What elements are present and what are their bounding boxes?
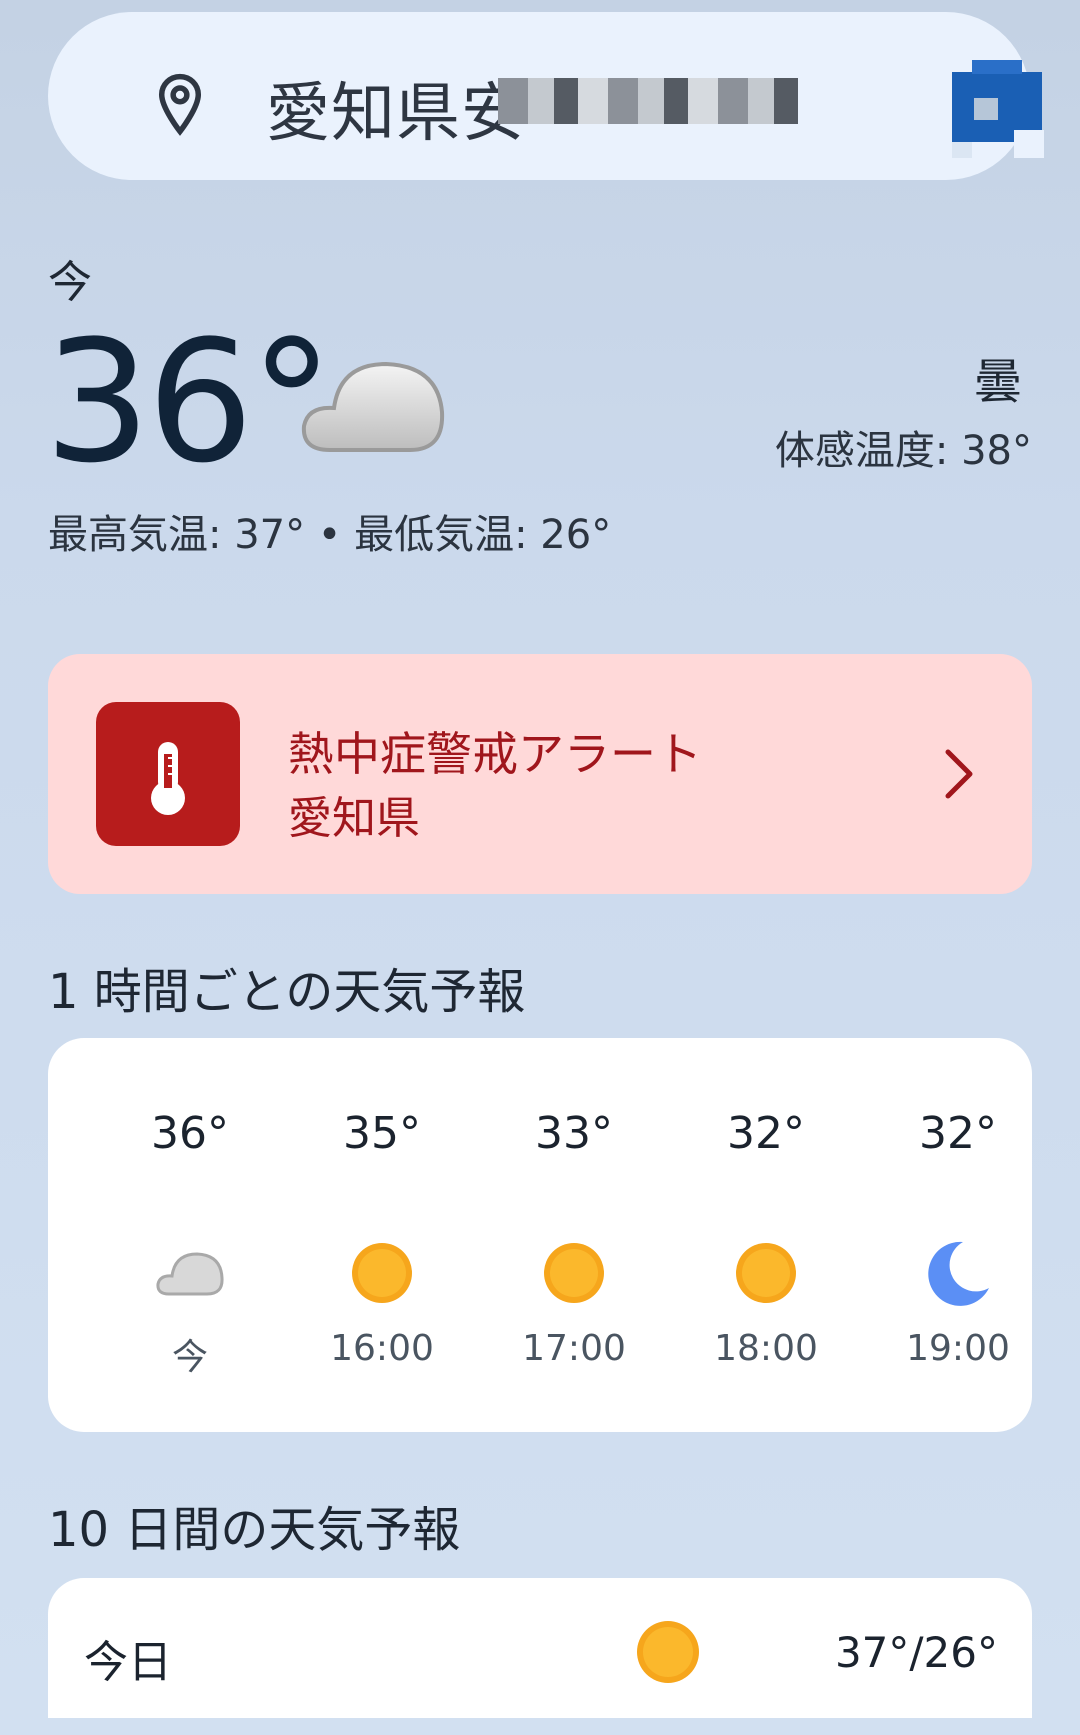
hourly-item[interactable]: 36° 今	[120, 1038, 260, 1432]
hourly-temp: 35°	[343, 1108, 421, 1159]
hourly-forecast-card[interactable]: 36° 今 35° 16:00 33° 17:00 32° 18:00 32°	[48, 1038, 1032, 1432]
sunny-icon	[736, 1243, 796, 1303]
cloudy-icon	[301, 361, 445, 452]
chevron-right-icon	[945, 749, 973, 799]
sunny-icon	[352, 1243, 412, 1303]
current-condition: 曇	[973, 354, 1022, 410]
cloudy-icon	[156, 1252, 224, 1296]
profile-avatar-icon[interactable]	[952, 60, 1050, 158]
current-label: 今	[48, 257, 92, 308]
location-search-bar[interactable]: 愛知県安	[48, 12, 1044, 180]
hourly-item[interactable]: 35° 16:00	[312, 1038, 452, 1432]
hourly-temp: 36°	[151, 1108, 229, 1159]
alert-icon-box	[96, 702, 240, 846]
hourly-item[interactable]: 33° 17:00	[504, 1038, 644, 1432]
alert-region: 愛知県	[288, 793, 420, 844]
hourly-temp: 32°	[727, 1108, 805, 1159]
alert-title: 熱中症警戒アラート	[288, 727, 702, 781]
sunny-icon	[637, 1621, 699, 1683]
hourly-time: 17:00	[522, 1328, 626, 1369]
high-low-temperature: 最高気温: 37° • 最低気温: 26°	[48, 512, 612, 558]
hourly-item[interactable]: 32° 19:00	[888, 1038, 1028, 1432]
location-pin-icon	[158, 73, 202, 136]
hourly-temp: 33°	[535, 1108, 613, 1159]
moon-icon	[928, 1241, 989, 1306]
hourly-time: 19:00	[906, 1328, 1010, 1369]
location-text: 愛知県安	[266, 77, 526, 151]
daily-forecast-title: 10 日間の天気予報	[48, 1502, 461, 1558]
daily-temp-range: 37°/26°	[834, 1628, 998, 1677]
hourly-item[interactable]: 32° 18:00	[696, 1038, 836, 1432]
current-temperature: 36°	[44, 304, 334, 500]
hourly-time: 今	[171, 1337, 208, 1378]
hourly-time: 18:00	[714, 1328, 818, 1369]
hourly-forecast-title: 1 時間ごとの天気予報	[48, 964, 526, 1020]
feels-like: 体感温度: 38°	[774, 428, 1032, 474]
sunny-icon	[544, 1243, 604, 1303]
hourly-temp: 32°	[919, 1108, 997, 1159]
redacted-text-block	[498, 78, 798, 124]
hourly-time: 16:00	[330, 1328, 434, 1369]
heat-alert-card[interactable]: 熱中症警戒アラート 愛知県	[48, 654, 1032, 894]
thermometer-icon	[151, 742, 185, 815]
daily-forecast-card[interactable]: 今日 37°/26°	[48, 1578, 1032, 1718]
daily-day: 今日	[84, 1637, 172, 1688]
